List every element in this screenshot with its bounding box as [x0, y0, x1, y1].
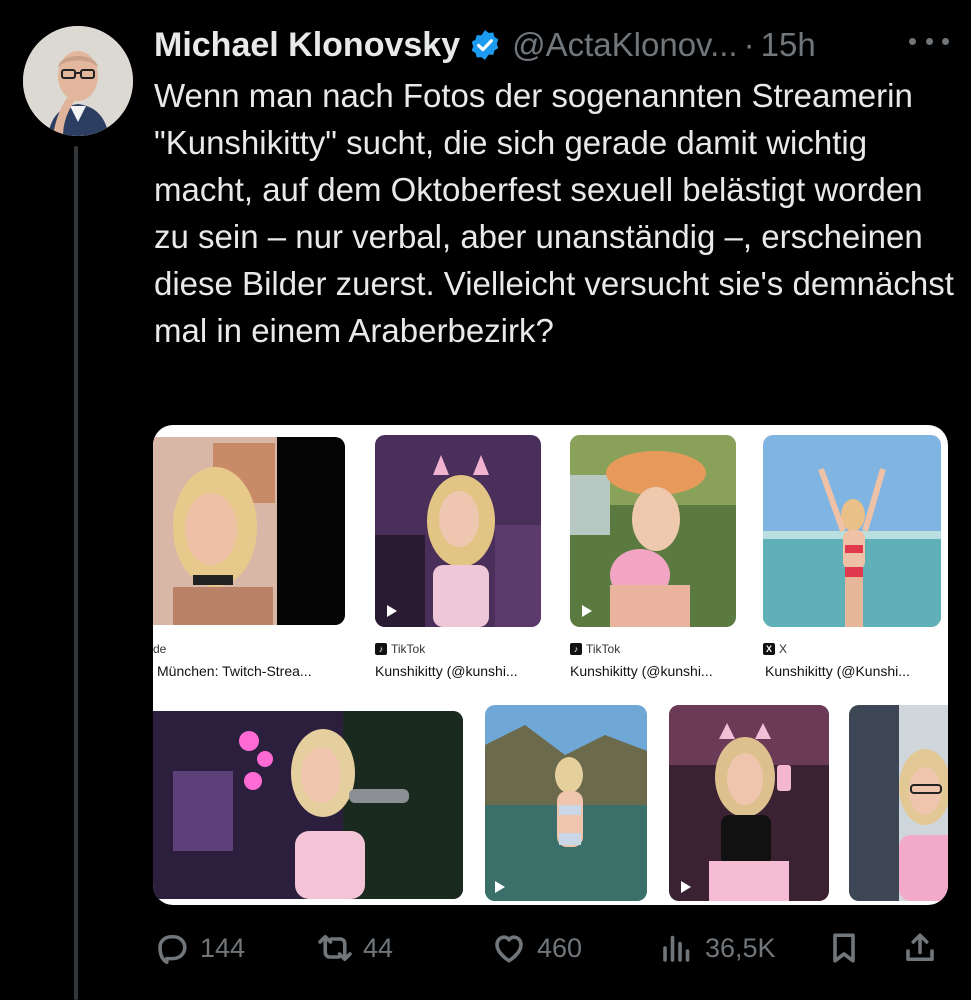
share-button[interactable]: [902, 922, 948, 974]
result-source-3: ♪ TikTok: [570, 642, 620, 656]
tweet-actions: 144 44 460 36,5K: [154, 922, 944, 974]
tweet-header: Michael Klonovsky @ActaKlonov... · 15h: [154, 22, 816, 68]
result-image-3[interactable]: [570, 435, 736, 627]
result-image-1[interactable]: [153, 437, 345, 625]
tiktok-icon: ♪: [375, 643, 387, 655]
views-button[interactable]: 36,5K: [659, 922, 776, 974]
result-source-2: ♪ TikTok: [375, 642, 425, 656]
result-source-1: de: [153, 642, 167, 656]
reply-count: 144: [200, 932, 246, 963]
separator-dot: ·: [743, 26, 755, 63]
like-count: 460: [537, 932, 583, 963]
verified-badge-icon: [471, 30, 499, 60]
more-options-icon[interactable]: [909, 26, 949, 56]
bookmark-icon: [833, 933, 855, 963]
result-image-6[interactable]: [485, 705, 647, 901]
repost-button[interactable]: 44: [317, 922, 393, 974]
reply-button[interactable]: 144: [154, 922, 245, 974]
repost-count: 44: [363, 932, 394, 963]
heart-icon: [495, 935, 523, 963]
result-image-7[interactable]: [669, 705, 829, 901]
author-avatar[interactable]: [23, 26, 133, 136]
result-image-4[interactable]: [763, 435, 941, 627]
result-source-4: X X: [763, 642, 787, 656]
author-name[interactable]: Michael Klonovsky: [154, 26, 460, 65]
reply-icon: [158, 934, 187, 965]
result-caption-1[interactable]: München: Twitch-Strea...: [157, 663, 312, 679]
result-caption-2[interactable]: Kunshikitty (@kunshi...: [375, 663, 518, 679]
result-image-2[interactable]: [375, 435, 541, 627]
result-image-8[interactable]: [849, 705, 948, 901]
bookmark-button[interactable]: [826, 922, 872, 974]
result-caption-3[interactable]: Kunshikitty (@kunshi...: [570, 663, 713, 679]
x-logo-icon: X: [763, 643, 775, 655]
tweet-timestamp[interactable]: 15h: [761, 26, 816, 64]
share-icon: [906, 933, 934, 962]
result-caption-4[interactable]: Kunshikitty (@Kunshi...: [765, 663, 910, 679]
analytics-icon: [663, 935, 690, 962]
tiktok-icon: ♪: [570, 643, 582, 655]
tweet-media[interactable]: de München: Twitch-Strea... ♪ TikTok Kun…: [153, 425, 948, 905]
repost-icon: [318, 934, 352, 962]
avatar-photo: [23, 26, 133, 136]
result-image-5[interactable]: [153, 711, 463, 899]
thread-line: [74, 146, 78, 1000]
views-count: 36,5K: [705, 932, 776, 963]
author-handle[interactable]: @ActaKlonov...: [512, 26, 738, 64]
like-button[interactable]: 460: [491, 922, 582, 974]
tweet-text: Wenn man nach Fotos der sogenannten Stre…: [154, 77, 954, 349]
